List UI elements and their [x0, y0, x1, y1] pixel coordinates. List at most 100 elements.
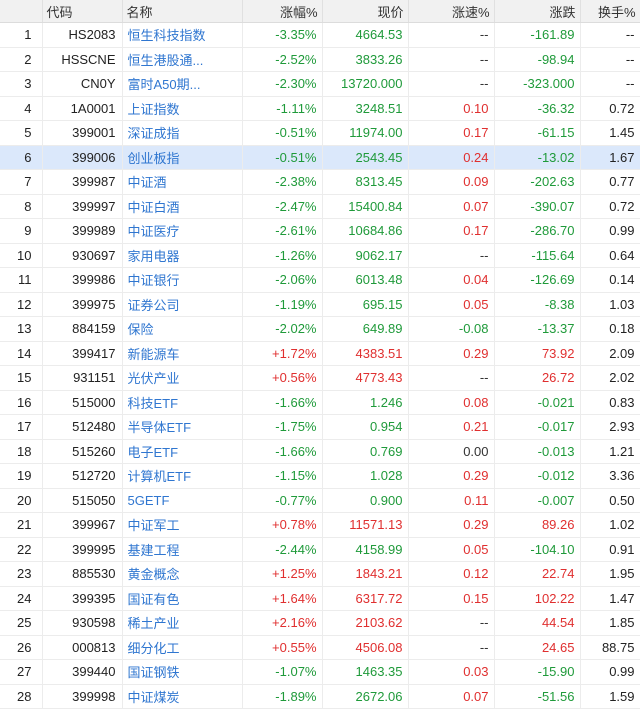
price: 2543.45	[322, 145, 409, 170]
table-row[interactable]: 7 399987 中证酒 -2.38% 8313.45 0.09 -202.63 0.77	[0, 169, 640, 195]
table-row[interactable]: 5 399001 深证成指 -0.51% 11974.00 0.17 -61.15 1.45	[0, 120, 640, 146]
change-percent: -2.47%	[242, 194, 323, 219]
table-row[interactable]: 16 515000 科技ETF -1.66% 1.246 0.08 -0.021 0.83	[0, 390, 640, 415]
security-name: 细分化工	[122, 635, 243, 660]
row-index: 5	[0, 120, 43, 146]
table-row[interactable]: 14 399417 新能源车 +1.72% 4383.51 0.29 73.92 2.09	[0, 341, 640, 366]
speed: --	[408, 635, 495, 660]
security-code: 399001	[42, 120, 123, 146]
row-index: 27	[0, 659, 43, 685]
price: 2672.06	[322, 684, 409, 709]
change-percent: -1.11%	[242, 96, 323, 121]
table-row[interactable]: 27 399440 国证钢铁 -1.07% 1463.35 0.03 -15.90 0.99	[0, 659, 640, 685]
change-percent: +2.16%	[242, 610, 323, 636]
table-row[interactable]: 17 512480 半导体ETF -1.75% 0.954 0.21 -0.017 2.93	[0, 414, 640, 440]
change-percent: -1.07%	[242, 659, 323, 685]
column-header-change[interactable]: 涨跌	[494, 0, 581, 23]
column-header-turnover[interactable]: 换手%	[580, 0, 640, 23]
turnover: --	[580, 22, 640, 48]
security-code: 399986	[42, 267, 123, 293]
speed: --	[408, 22, 495, 48]
table-row[interactable]: 1 HS2083 恒生科技指数 -3.35% 4664.53 -- -161.89 --	[0, 22, 640, 48]
table-row[interactable]: 4 1A0001 上证指数 -1.11% 3248.51 0.10 -36.32 0.72	[0, 96, 640, 121]
table-row[interactable]: 9 399989 中证医疗 -2.61% 10684.86 0.17 -286.70 0.99	[0, 218, 640, 244]
row-index: 12	[0, 292, 43, 317]
security-code: 399998	[42, 684, 123, 709]
table-row[interactable]: 8 399997 中证白酒 -2.47% 15400.84 0.07 -390.07 0.72	[0, 194, 640, 219]
table-row[interactable]: 19 512720 计算机ETF -1.15% 1.028 0.29 -0.012 3.36	[0, 463, 640, 489]
price: 4158.99	[322, 537, 409, 562]
table-row[interactable]: 20 515050 5GETF -0.77% 0.900 0.11 -0.007 0.50	[0, 488, 640, 513]
turnover: 1.02	[580, 512, 640, 538]
security-name: 中证酒	[122, 169, 243, 195]
row-index: 18	[0, 439, 43, 464]
security-name: 中证军工	[122, 512, 243, 538]
security-code: 399440	[42, 659, 123, 685]
table-row[interactable]: 18 515260 电子ETF -1.66% 0.769 0.00 -0.013 1.21	[0, 439, 640, 464]
table-row[interactable]: 6 399006 创业板指 -0.51% 2543.45 0.24 -13.02 1.67	[0, 145, 640, 170]
security-code: 399995	[42, 537, 123, 562]
row-index: 28	[0, 684, 43, 709]
change-percent: +0.56%	[242, 365, 323, 391]
security-name: 中证煤炭	[122, 684, 243, 709]
change: -0.012	[494, 463, 581, 489]
table-row[interactable]: 28 399998 中证煤炭 -1.89% 2672.06 0.07 -51.56 1.59	[0, 684, 640, 709]
security-name: 黄金概念	[122, 561, 243, 587]
column-header-speed[interactable]: 涨速%	[408, 0, 495, 23]
security-code: 399989	[42, 218, 123, 244]
column-header-price[interactable]: 现价	[322, 0, 409, 23]
price: 2103.62	[322, 610, 409, 636]
turnover: 0.99	[580, 218, 640, 244]
table-row[interactable]: 26 000813 细分化工 +0.55% 4506.08 -- 24.65 88.75	[0, 635, 640, 660]
change: -0.021	[494, 390, 581, 415]
column-header-code[interactable]: 代码	[42, 0, 123, 23]
price: 4773.43	[322, 365, 409, 391]
change: -0.017	[494, 414, 581, 440]
column-header-name[interactable]: 名称	[122, 0, 243, 23]
security-code: 512720	[42, 463, 123, 489]
turnover: 1.59	[580, 684, 640, 709]
price: 6317.72	[322, 586, 409, 611]
change: -390.07	[494, 194, 581, 219]
change: -0.007	[494, 488, 581, 513]
table-row[interactable]: 13 884159 保险 -2.02% 649.89 -0.08 -13.37 0.18	[0, 316, 640, 342]
price: 13720.000	[322, 71, 409, 97]
table-row[interactable]: 22 399995 基建工程 -2.44% 4158.99 0.05 -104.10 0.91	[0, 537, 640, 562]
table-row[interactable]: 21 399967 中证军工 +0.78% 11571.13 0.29 89.26 1.02	[0, 512, 640, 538]
change: -104.10	[494, 537, 581, 562]
security-code: 000813	[42, 635, 123, 660]
turnover: 1.21	[580, 439, 640, 464]
speed: --	[408, 365, 495, 391]
price: 11974.00	[322, 120, 409, 146]
table-row[interactable]: 25 930598 稀土产业 +2.16% 2103.62 -- 44.54 1.85	[0, 610, 640, 636]
price: 4383.51	[322, 341, 409, 366]
change-percent: +1.25%	[242, 561, 323, 587]
row-index: 19	[0, 463, 43, 489]
table-row[interactable]: 23 885530 黄金概念 +1.25% 1843.21 0.12 22.74 1.95	[0, 561, 640, 587]
change-percent: -0.77%	[242, 488, 323, 513]
speed: 0.09	[408, 169, 495, 195]
security-code: 512480	[42, 414, 123, 440]
change-percent: -1.19%	[242, 292, 323, 317]
security-name: 科技ETF	[122, 390, 243, 415]
change-percent: -2.38%	[242, 169, 323, 195]
row-index: 17	[0, 414, 43, 440]
turnover: 0.50	[580, 488, 640, 513]
table-row[interactable]: 12 399975 证券公司 -1.19% 695.15 0.05 -8.38 1.03	[0, 292, 640, 317]
table-row[interactable]: 10 930697 家用电器 -1.26% 9062.17 -- -115.64 0.64	[0, 243, 640, 268]
table-row[interactable]: 11 399986 中证银行 -2.06% 6013.48 0.04 -126.69 0.14	[0, 267, 640, 293]
price: 8313.45	[322, 169, 409, 195]
security-code: 399997	[42, 194, 123, 219]
security-name: 基建工程	[122, 537, 243, 562]
table-row[interactable]: 3 CN0Y 富时A50期... -2.30% 13720.000 -- -323.000-…	[0, 71, 640, 97]
table-row[interactable]: 24 399395 国证有色 +1.64% 6317.72 0.15 102.22 1.47	[0, 586, 640, 611]
row-index: 16	[0, 390, 43, 415]
speed: 0.15	[408, 586, 495, 611]
turnover: 1.85	[580, 610, 640, 636]
column-header-change-percent[interactable]: 涨幅%	[242, 0, 323, 23]
speed: 0.00	[408, 439, 495, 464]
change: 102.22	[494, 586, 581, 611]
row-index: 21	[0, 512, 43, 538]
table-row[interactable]: 2 HSSCNE 恒生港股通... -2.52% 3833.26 -- -98.94 --	[0, 47, 640, 72]
table-row[interactable]: 15 931151 光伏产业 +0.56% 4773.43 -- 26.72 2.02	[0, 365, 640, 391]
